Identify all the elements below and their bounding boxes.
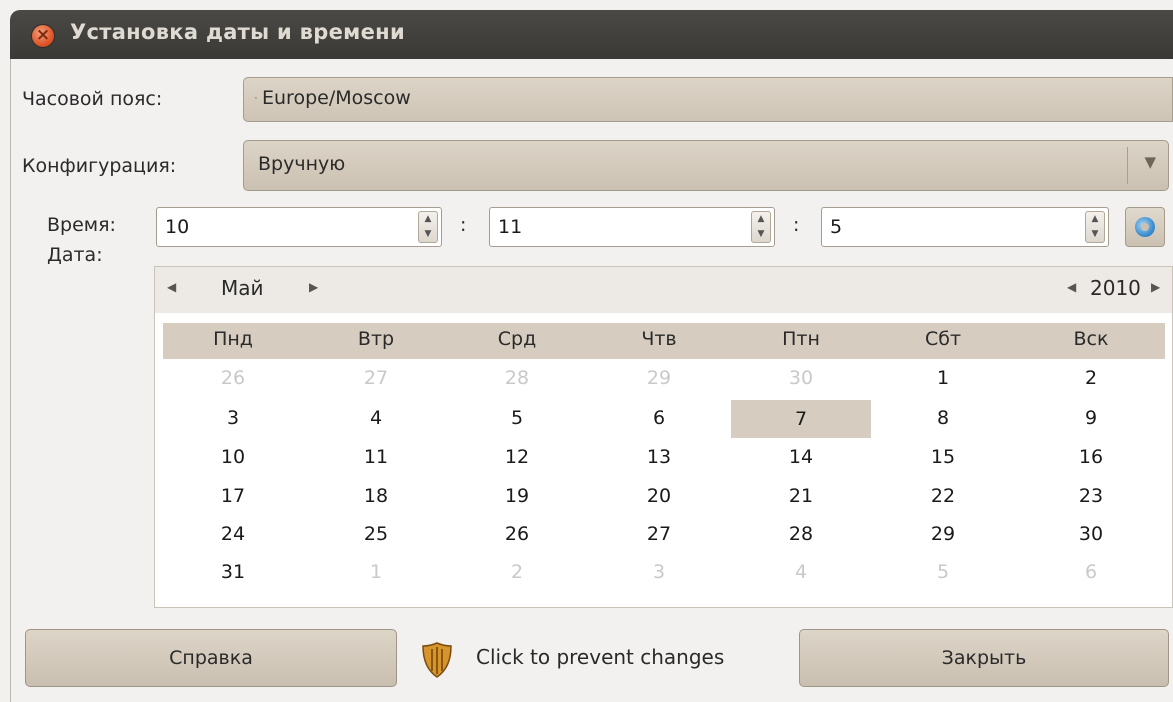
calendar-day[interactable]: 3: [589, 561, 729, 583]
weekday-label: Птн: [782, 328, 820, 350]
arrow-down-icon[interactable]: ▼: [752, 227, 770, 242]
bullet-icon: ·: [254, 91, 258, 105]
calendar-header: ◀ Май ▶ ◀ 2010 ▶: [155, 267, 1172, 313]
seconds-spinner[interactable]: 5 ▲ ▼: [821, 207, 1109, 247]
calendar-day[interactable]: 2: [447, 561, 587, 583]
calendar-day[interactable]: 13: [589, 446, 729, 468]
calendar-day[interactable]: 27: [306, 367, 446, 389]
hours-spin-buttons[interactable]: ▲ ▼: [418, 211, 438, 243]
calendar-day[interactable]: 21: [731, 485, 871, 507]
calendar-day[interactable]: 24: [163, 523, 303, 545]
calendar-day[interactable]: 16: [1021, 446, 1161, 468]
sync-icon: [1135, 217, 1155, 237]
calendar-day[interactable]: 15: [873, 446, 1013, 468]
minutes-spinner[interactable]: 11 ▲ ▼: [489, 207, 775, 247]
dropdown-separator: [1127, 147, 1128, 184]
calendar-day[interactable]: 26: [447, 523, 587, 545]
arrow-up-icon[interactable]: ▲: [752, 212, 770, 227]
arrow-up-icon[interactable]: ▲: [1086, 212, 1104, 227]
calendar-day[interactable]: 20: [589, 485, 729, 507]
weekday-label: Пнд: [213, 328, 253, 350]
calendar-day[interactable]: 27: [589, 523, 729, 545]
calendar-day[interactable]: 4: [306, 407, 446, 429]
weekday-label: Втр: [357, 328, 395, 350]
calendar-day[interactable]: 2: [1021, 367, 1161, 389]
window-title: Установка даты и времени: [70, 20, 405, 44]
calendar-day[interactable]: 3: [163, 407, 303, 429]
arrow-down-icon[interactable]: ▼: [1086, 227, 1104, 242]
calendar[interactable]: ◀ Май ▶ ◀ 2010 ▶ Пнд Втр Срд Чтв Птн Сбт Вск 2…: [154, 266, 1173, 608]
weekday-header: Пнд Втр Срд Чтв Птн Сбт Вск: [163, 323, 1165, 359]
calendar-day[interactable]: 6: [589, 407, 729, 429]
prev-month-icon[interactable]: ◀: [167, 280, 176, 294]
calendar-day[interactable]: 30: [731, 367, 871, 389]
seconds-value: 5: [830, 216, 843, 238]
weekday-label: Срд: [497, 328, 537, 350]
help-button[interactable]: Справка: [25, 629, 397, 687]
hours-value: 10: [165, 216, 190, 238]
timezone-button[interactable]: · Europe/Moscow: [243, 77, 1173, 122]
arrow-up-icon[interactable]: ▲: [419, 212, 437, 227]
title-bar: Установка даты и времени: [10, 10, 1173, 59]
calendar-day[interactable]: 1: [873, 367, 1013, 389]
calendar-day[interactable]: 14: [731, 446, 871, 468]
calendar-day[interactable]: 12: [447, 446, 587, 468]
date-label: Дата:: [47, 244, 103, 266]
calendar-day[interactable]: 6: [1021, 561, 1161, 583]
minutes-spin-buttons[interactable]: ▲ ▼: [751, 211, 771, 243]
calendar-day[interactable]: 29: [589, 367, 729, 389]
close-icon[interactable]: [32, 24, 54, 47]
calendar-day[interactable]: 9: [1021, 407, 1161, 429]
chevron-down-icon: ▼: [1144, 153, 1156, 171]
weekday-label: Вск: [1073, 328, 1109, 350]
calendar-day[interactable]: 1: [306, 561, 446, 583]
timezone-label: Часовой пояс:: [22, 88, 163, 110]
arrow-down-icon[interactable]: ▼: [419, 227, 437, 242]
configuration-dropdown[interactable]: Вручную ▼: [243, 140, 1169, 191]
calendar-day[interactable]: 4: [731, 561, 871, 583]
time-separator: :: [793, 214, 800, 236]
seconds-spin-buttons[interactable]: ▲ ▼: [1085, 211, 1105, 243]
weekday-label: Сбт: [924, 328, 962, 350]
close-button[interactable]: Закрыть: [799, 629, 1169, 687]
calendar-day[interactable]: 23: [1021, 485, 1161, 507]
calendar-day[interactable]: 11: [306, 446, 446, 468]
calendar-day[interactable]: 5: [447, 407, 587, 429]
prev-year-icon[interactable]: ◀: [1067, 280, 1076, 294]
time-separator: :: [460, 214, 467, 236]
calendar-day[interactable]: 28: [447, 367, 587, 389]
next-year-icon[interactable]: ▶: [1151, 280, 1160, 294]
timezone-value: Europe/Moscow: [262, 87, 411, 109]
calendar-day[interactable]: 26: [163, 367, 303, 389]
calendar-day[interactable]: 25: [306, 523, 446, 545]
calendar-day[interactable]: 10: [163, 446, 303, 468]
calendar-day[interactable]: 8: [873, 407, 1013, 429]
calendar-day[interactable]: 17: [163, 485, 303, 507]
calendar-day-selected[interactable]: 7: [731, 400, 871, 438]
configuration-label: Конфигурация:: [22, 155, 177, 177]
calendar-day[interactable]: 19: [447, 485, 587, 507]
calendar-day[interactable]: 22: [873, 485, 1013, 507]
calendar-day[interactable]: 18: [306, 485, 446, 507]
configuration-value: Вручную: [258, 153, 346, 175]
minutes-value: 11: [498, 216, 523, 238]
hours-spinner[interactable]: 10 ▲ ▼: [156, 207, 442, 247]
sync-time-button[interactable]: [1125, 207, 1165, 247]
month-label: Май: [221, 276, 264, 300]
time-label: Время:: [47, 214, 116, 236]
lock-label[interactable]: Click to prevent changes: [476, 645, 724, 669]
calendar-day[interactable]: 28: [731, 523, 871, 545]
calendar-day[interactable]: 31: [163, 561, 303, 583]
shield-lock-icon[interactable]: [420, 641, 454, 679]
calendar-day[interactable]: 29: [873, 523, 1013, 545]
year-label: 2010: [1090, 276, 1141, 300]
next-month-icon[interactable]: ▶: [309, 280, 318, 294]
weekday-label: Чтв: [641, 328, 677, 350]
calendar-day[interactable]: 5: [873, 561, 1013, 583]
calendar-day[interactable]: 30: [1021, 523, 1161, 545]
